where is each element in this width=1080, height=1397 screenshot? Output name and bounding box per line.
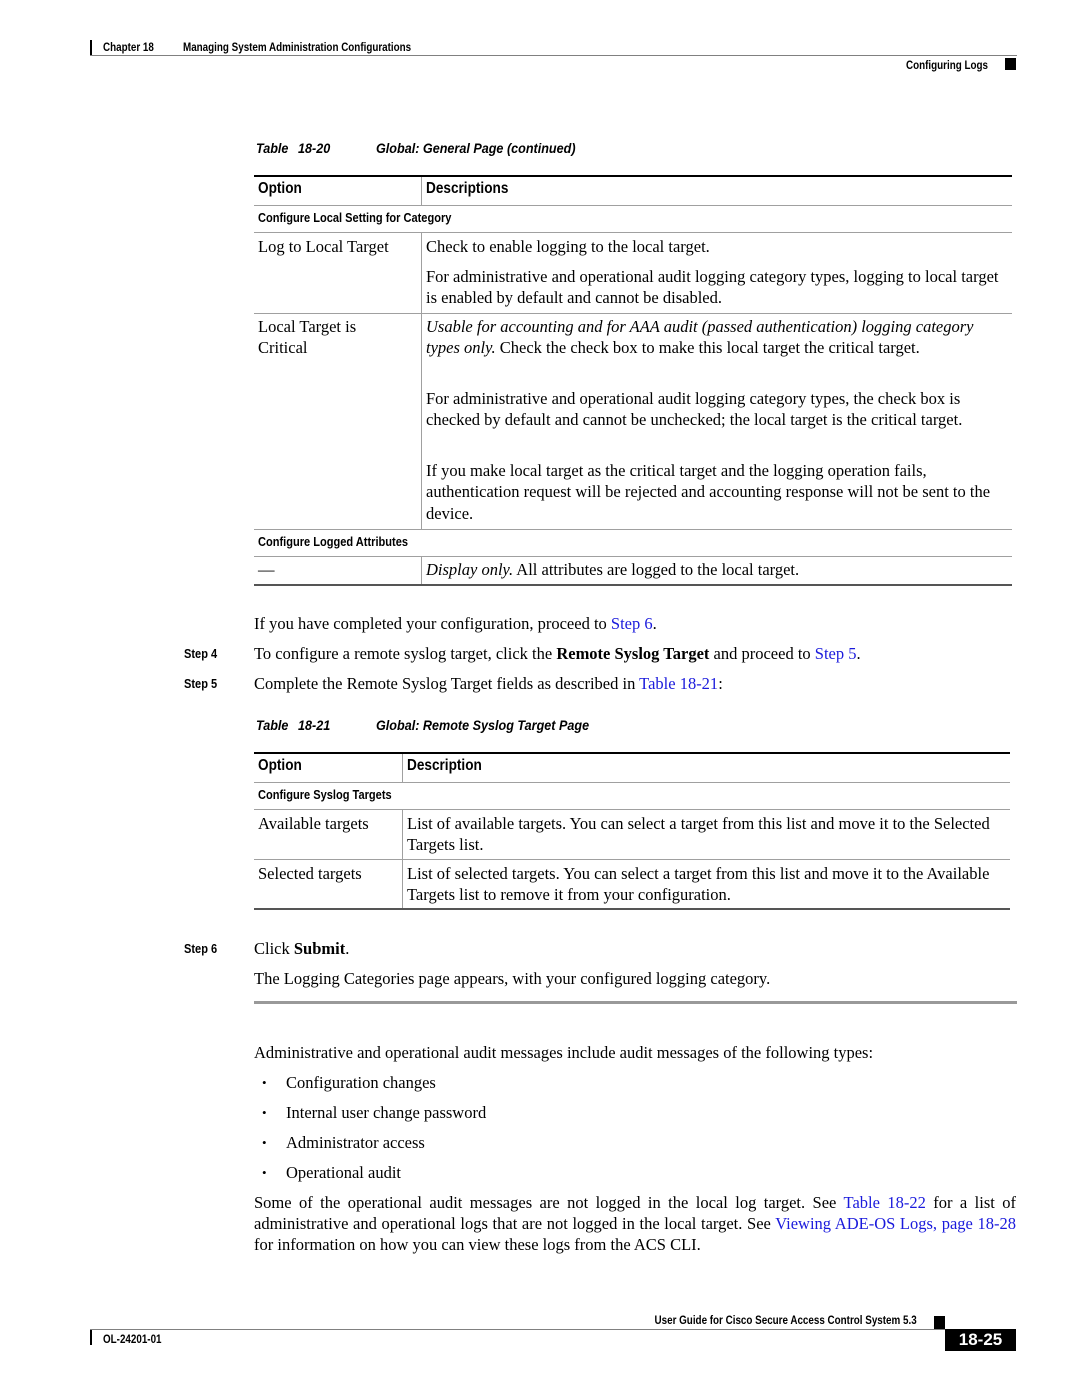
audit-intro: Administrative and operational audit mes… <box>254 1043 874 1062</box>
table2-row1-option: Available targets <box>258 814 369 833</box>
table1-row2-desc1: Usable for accounting and for AAA audit … <box>426 316 1006 359</box>
step5-text-a: Complete the Remote Syslog Target fields… <box>254 674 640 693</box>
footer-rule <box>90 1329 945 1330</box>
table1-section-local: Configure Local Setting for Category <box>258 210 452 225</box>
table1-rule <box>254 313 1012 314</box>
footer-doc-number: OL-24201-01 <box>103 1332 162 1346</box>
footer-guide-title: User Guide for Cisco Secure Access Contr… <box>654 1313 917 1327</box>
table1-row2-desc-rest: Check the check box to make this local t… <box>495 338 920 358</box>
table1-row1-desc2: For administrative and operational audit… <box>426 267 999 308</box>
table1-caption-label: Table <box>256 140 289 156</box>
header-bar <box>90 40 92 56</box>
table2-rule <box>254 782 1010 783</box>
table2-bottom-rule <box>254 908 1010 910</box>
table2-caption-number: 18-21 <box>298 717 331 733</box>
audit-bullet-item: Operational audit <box>286 1163 402 1182</box>
table1-rule <box>254 556 1012 557</box>
table1-row2-desc2: For administrative and operational audit… <box>426 389 963 430</box>
bullet-icon: • <box>262 1135 267 1150</box>
table1-row1-desc1: Check to enable logging to the local tar… <box>426 237 710 256</box>
table2-row1-desc: List of available targets. You can selec… <box>407 814 990 855</box>
step6-text-a: Click <box>254 939 294 958</box>
step6-text-b: . <box>345 939 350 958</box>
table1-row3-option: — <box>258 560 275 579</box>
footer-bar <box>90 1330 92 1345</box>
table1-rule <box>254 205 1012 206</box>
table1-col-divider <box>421 233 422 529</box>
table2-row2-desc: List of selected targets. You can select… <box>407 864 990 905</box>
table1-header-option: Option <box>258 180 302 197</box>
audit-bullet-item: Administrator access <box>286 1133 425 1152</box>
table2-row2-option: Selected targets <box>258 864 362 883</box>
step4-text: To configure a remote syslog target, cli… <box>254 643 861 664</box>
table1-bottom-rule <box>254 584 1012 586</box>
footer-marker <box>934 1316 945 1329</box>
table1-rule <box>254 232 1012 233</box>
table1-top-rule <box>254 175 1012 177</box>
table2-caption-label: Table <box>256 717 289 733</box>
audit-note-a: Some of the operational audit messages a… <box>254 1193 844 1212</box>
audit-bullet-item: Internal user change password <box>286 1103 487 1122</box>
table2-header-desc: Description <box>407 757 482 774</box>
intro-end: . <box>652 614 657 633</box>
step6-label: Step 6 <box>184 941 218 956</box>
step5-text-b: : <box>718 674 723 693</box>
submit-label: Submit <box>293 939 346 958</box>
table1-caption-number: 18-20 <box>298 140 331 156</box>
remote-syslog-target-label: Remote Syslog Target <box>556 644 710 663</box>
step5-text: Complete the Remote Syslog Target fields… <box>254 673 723 694</box>
table2-header-option: Option <box>258 757 302 774</box>
table1-header-desc: Descriptions <box>426 180 509 197</box>
audit-bullet-item: Configuration changes <box>286 1073 436 1092</box>
intro-text: If you have completed your configuration… <box>254 614 611 633</box>
table2-top-rule <box>254 752 1010 754</box>
step6-result: The Logging Categories page appears, wit… <box>254 969 771 988</box>
table1-row3-desc-italic: Display only. <box>426 560 514 579</box>
procedure-end-rule <box>254 1001 1017 1004</box>
table1-row1-option: Log to Local Target <box>258 237 389 256</box>
table1-row3-desc: Display only. All attributes are logged … <box>426 559 1006 580</box>
header-chapter-title: Managing System Administration Configura… <box>183 40 412 54</box>
intro-paragraph: If you have completed your configuration… <box>254 613 657 634</box>
table2-rule <box>254 809 1010 810</box>
header-chapter: Chapter 18 <box>103 40 154 54</box>
step5-link[interactable]: Step 5 <box>815 644 857 663</box>
table1-caption-title: Global: General Page (continued) <box>376 140 576 156</box>
table-18-21-link[interactable]: Table 18-21 <box>639 674 718 693</box>
table2-section-syslog: Configure Syslog Targets <box>258 787 392 802</box>
bullet-icon: • <box>262 1075 267 1090</box>
audit-note: Some of the operational audit messages a… <box>254 1192 1016 1255</box>
step6-link[interactable]: Step 6 <box>611 614 653 633</box>
header-section: Configuring Logs <box>906 58 988 72</box>
table-18-22-link[interactable]: Table 18-22 <box>844 1193 926 1212</box>
step4-text-a: To configure a remote syslog target, cli… <box>254 644 557 663</box>
footer-page-number: 18-25 <box>945 1329 1016 1351</box>
step4-label: Step 4 <box>184 646 218 661</box>
table1-rule <box>254 529 1012 530</box>
table1-row2-option: Local Target is Critical <box>258 317 357 358</box>
table2-rule <box>254 859 1010 860</box>
table1-row2-desc3: If you make local target as the critical… <box>426 461 991 523</box>
table1-row3-desc-rest: All attributes are logged to the local t… <box>513 560 800 579</box>
viewing-ade-os-logs-link[interactable]: Viewing ADE-OS Logs, page 18-28 <box>775 1214 1016 1233</box>
table1-col-divider <box>421 177 422 205</box>
table2-col-divider <box>402 754 403 782</box>
table1-section-attributes: Configure Logged Attributes <box>258 534 408 549</box>
table2-caption-title: Global: Remote Syslog Target Page <box>376 717 590 733</box>
header-marker <box>1005 58 1016 70</box>
step4-text-c: . <box>856 644 861 663</box>
table1-col-divider <box>421 557 422 585</box>
audit-note-c: for information on how you can view thes… <box>254 1235 701 1254</box>
step6-text: Click Submit. <box>254 938 349 959</box>
header-rule <box>90 55 1017 56</box>
bullet-icon: • <box>262 1165 267 1180</box>
step5-label: Step 5 <box>184 676 218 691</box>
bullet-icon: • <box>262 1105 267 1120</box>
step4-text-b: and proceed to <box>709 644 815 663</box>
